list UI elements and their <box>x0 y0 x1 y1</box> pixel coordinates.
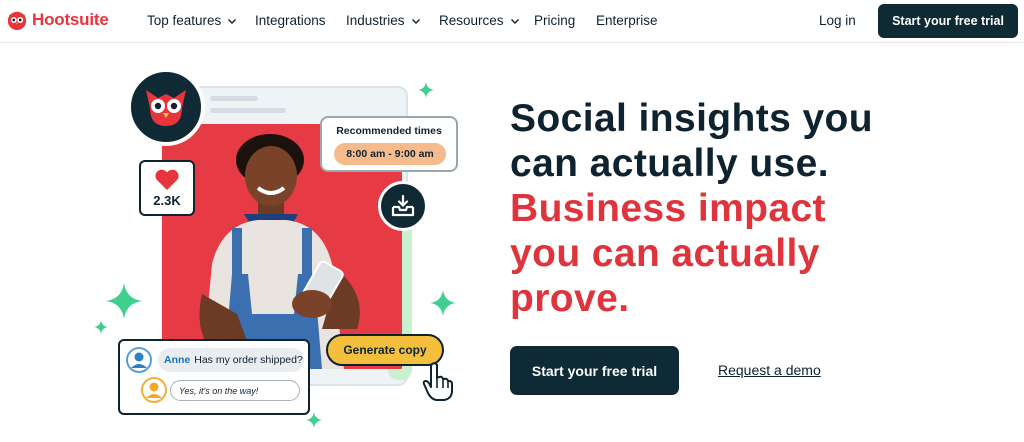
chat-reply-bubble: Yes, it's on the way! <box>170 380 300 401</box>
placeholder-line <box>210 96 258 101</box>
nav-integrations[interactable]: Integrations <box>255 13 326 28</box>
chevron-down-icon <box>510 18 519 24</box>
recommended-times-title: Recommended times <box>336 125 442 137</box>
chevron-down-icon <box>228 18 237 24</box>
like-count: 2.3K <box>153 192 181 208</box>
inbox-download-icon <box>391 194 415 217</box>
owl-logo-icon <box>7 11 27 31</box>
recommended-time-pill: 8:00 am - 9:00 am <box>334 143 446 165</box>
sparkle-icon <box>106 283 142 319</box>
sparkle-icon <box>94 320 108 334</box>
headline-red-line: Business impact <box>510 187 826 230</box>
nav-resources[interactable]: Resources <box>439 13 520 28</box>
chat-question-text: Has my order shipped? <box>194 354 303 366</box>
nav-free-trial-button[interactable]: Start your free trial <box>878 4 1018 38</box>
chat-customer-name: Anne <box>164 354 191 366</box>
sparkle-icon <box>418 82 434 98</box>
hootsuite-logo[interactable]: Hootsuite <box>6 9 109 31</box>
nav-pricing[interactable]: Pricing <box>534 13 575 28</box>
headline-red-line: you can actually <box>510 232 820 275</box>
sparkle-icon <box>430 290 456 316</box>
nav-industries[interactable]: Industries <box>346 13 421 28</box>
nav-pricing-label: Pricing <box>534 13 576 28</box>
nav-integrations-label: Integrations <box>255 13 326 28</box>
recommended-times-card: Recommended times 8:00 am - 9:00 am <box>320 116 458 172</box>
headline-line: Social insights you <box>510 97 873 140</box>
heart-icon <box>155 169 179 190</box>
hootsuite-owl-badge <box>127 68 205 146</box>
sparkle-icon <box>306 412 322 428</box>
likes-card: 2.3K <box>139 160 195 216</box>
headline-red-line: prove. <box>510 277 630 320</box>
hero-free-trial-button[interactable]: Start your free trial <box>510 346 679 395</box>
headline-line: can actually use. <box>510 142 829 185</box>
nav-industries-label: Industries <box>346 13 405 28</box>
nav-enterprise[interactable]: Enterprise <box>596 13 658 28</box>
nav-resources-label: Resources <box>439 13 504 28</box>
placeholder-line <box>210 108 286 113</box>
hand-cursor-icon <box>422 362 453 401</box>
nav-enterprise-label: Enterprise <box>596 13 658 28</box>
nav-top-features[interactable]: Top features <box>147 13 237 28</box>
chevron-down-icon <box>411 18 420 24</box>
top-nav: Hootsuite Top features Integrations Indu… <box>0 0 1024 43</box>
owl-icon <box>146 90 186 126</box>
hero-headline: Social insights you can actually use. Bu… <box>510 96 1010 321</box>
agent-avatar-icon <box>141 377 167 403</box>
nav-top-features-label: Top features <box>147 13 222 28</box>
login-link[interactable]: Log in <box>819 13 856 28</box>
logo-text: Hootsuite <box>32 10 109 29</box>
request-demo-link[interactable]: Request a demo <box>718 362 821 378</box>
inbox-badge <box>378 181 428 231</box>
customer-avatar-icon <box>126 347 152 373</box>
chat-question-bubble: Anne Has my order shipped? <box>158 348 304 372</box>
